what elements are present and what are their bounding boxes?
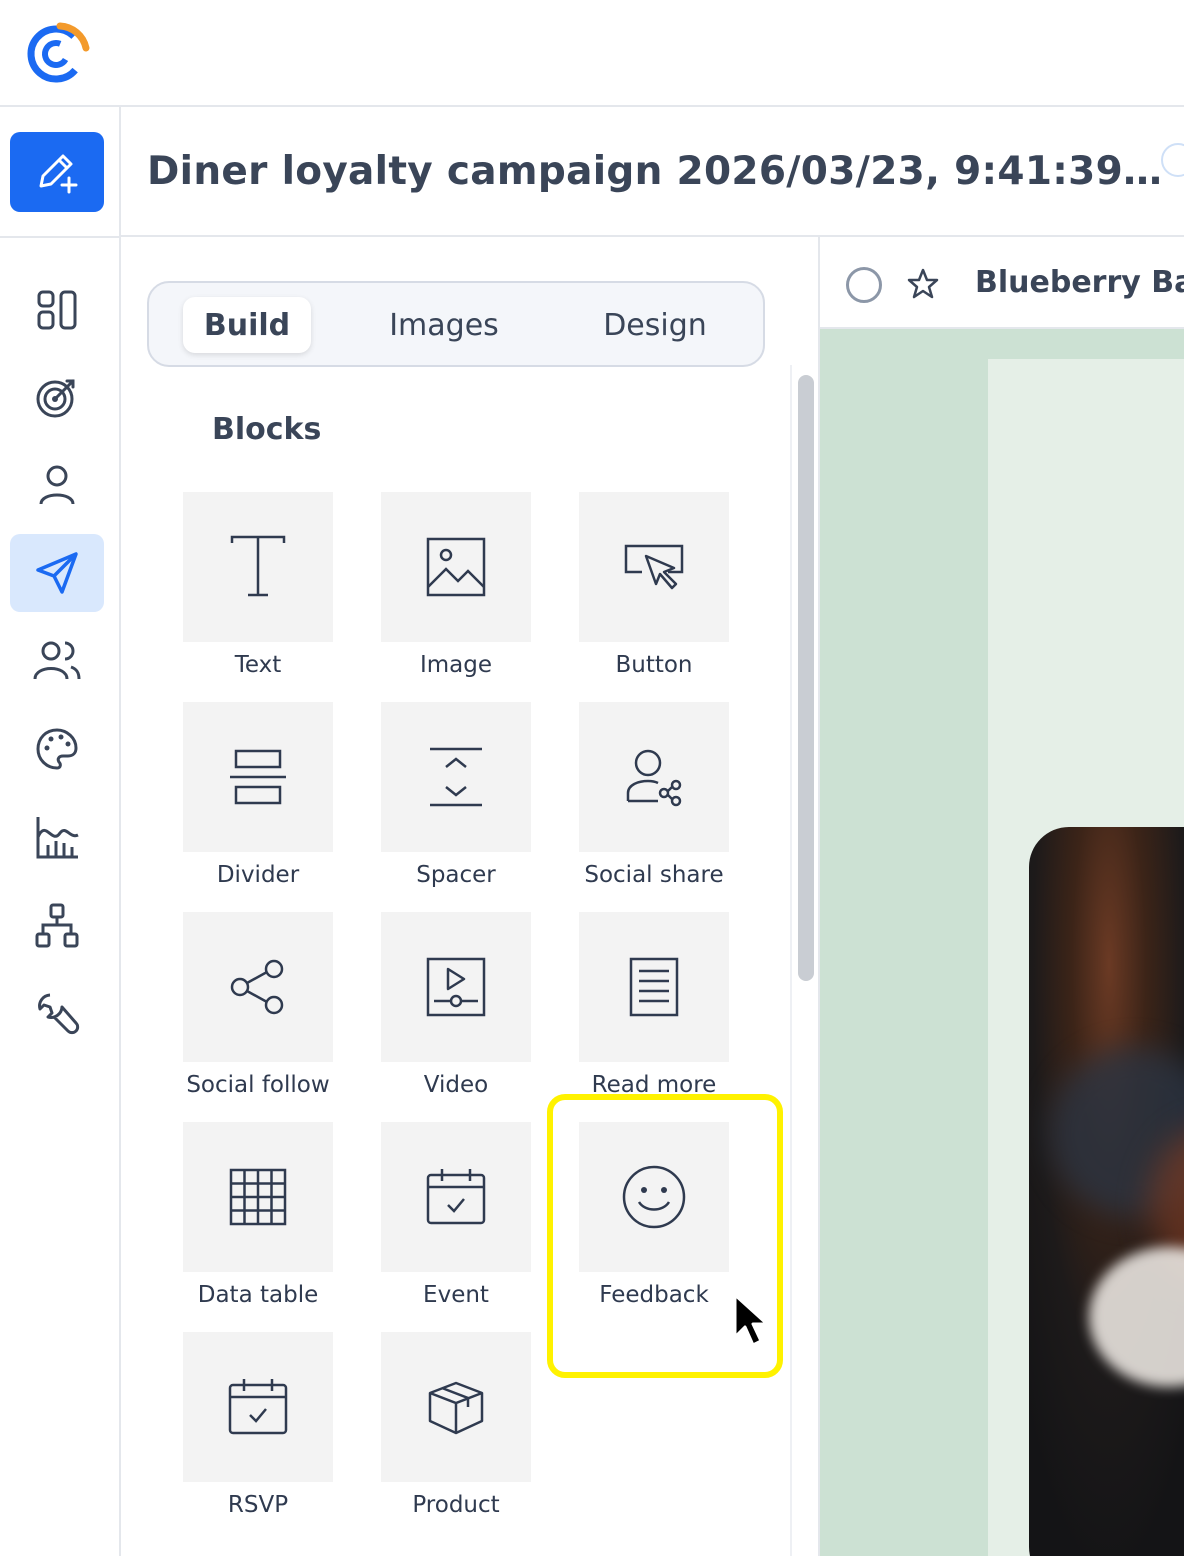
nav-design[interactable] [10, 710, 104, 788]
data-table-icon [229, 1168, 287, 1226]
pencil-plus-icon [39, 154, 78, 194]
block-rsvp[interactable]: RSVP [183, 1332, 333, 1532]
rsvp-icon [228, 1379, 288, 1435]
block-label: Spacer [416, 862, 496, 888]
block-label: Social share [584, 862, 724, 888]
nav-tools[interactable] [10, 975, 104, 1053]
block-label: Social follow [186, 1072, 330, 1098]
target-icon [36, 379, 75, 418]
select-radio[interactable] [846, 267, 882, 303]
saved-status-icon [1161, 143, 1184, 177]
text-icon [230, 535, 286, 597]
social-share-icon [626, 749, 682, 807]
audience-icon [33, 641, 81, 680]
rail-divider [0, 236, 121, 238]
integrations-icon [35, 903, 79, 948]
campaign-title[interactable]: Diner loyalty campaign 2026/03/23, 9:41:… [147, 149, 1162, 194]
block-social-follow[interactable]: Social follow [183, 912, 333, 1112]
block-label: RSVP [227, 1492, 289, 1518]
nav-integrations[interactable] [10, 887, 104, 965]
block-label: Divider [216, 862, 300, 888]
dashboard-icon [37, 290, 77, 330]
palette-icon [36, 728, 78, 770]
blocks-heading: Blocks [212, 412, 322, 447]
block-social-share[interactable]: Social share [579, 702, 729, 902]
nav-contacts[interactable] [10, 445, 104, 523]
contacts-icon [39, 465, 75, 505]
top-bar [0, 0, 1184, 107]
product-icon [428, 1381, 484, 1435]
preview-email-name: Blueberry Bak [975, 265, 1184, 300]
block-video[interactable]: Video [381, 912, 531, 1112]
hero-photo[interactable] [1029, 827, 1184, 1556]
nav-goals[interactable] [10, 358, 104, 436]
panel-tabs: Build Images Design [147, 281, 765, 367]
block-label: Video [423, 1072, 489, 1098]
star-icon[interactable] [906, 267, 940, 301]
block-product[interactable]: Product [381, 1332, 531, 1532]
button-icon [624, 544, 684, 590]
tab-design[interactable]: Design [579, 297, 731, 353]
image-icon [426, 537, 486, 597]
tab-images[interactable]: Images [371, 297, 517, 353]
mouse-cursor-icon [731, 1293, 771, 1349]
email-preview-canvas[interactable] [820, 329, 1184, 1556]
campaign-header: Diner loyalty campaign 2026/03/23, 9:41:… [121, 107, 1184, 237]
tab-build[interactable]: Build [183, 297, 311, 353]
nav-campaigns[interactable] [10, 534, 104, 612]
block-read-more[interactable]: Read more [579, 912, 729, 1112]
blocks-panel: Build Images Design Blocks Text Image Bu… [121, 237, 820, 1556]
campaigns-icon [36, 552, 78, 594]
nav-reports[interactable] [10, 799, 104, 877]
read-more-icon [629, 957, 679, 1017]
block-divider[interactable]: Divider [183, 702, 333, 902]
block-label: Image [419, 652, 493, 678]
nav-audience[interactable] [10, 622, 104, 700]
block-label: Product [412, 1492, 500, 1518]
block-label: Text [234, 652, 282, 678]
divider-icon [230, 749, 286, 805]
app-logo-icon[interactable] [24, 18, 92, 86]
nav-dashboard[interactable] [10, 271, 104, 349]
preview-toolbar: Blueberry Bak [820, 237, 1184, 329]
block-label: Data table [197, 1282, 319, 1308]
nav-rail [0, 107, 121, 1556]
spacer-icon [430, 747, 482, 807]
video-icon [426, 957, 486, 1017]
panel-scrollbar-thumb[interactable] [798, 375, 814, 981]
block-button[interactable]: Button [579, 492, 729, 692]
event-icon [426, 1169, 486, 1225]
block-text[interactable]: Text [183, 492, 333, 692]
block-label: Button [615, 652, 693, 678]
block-event[interactable]: Event [381, 1122, 531, 1322]
reports-icon [36, 817, 79, 859]
tools-icon [38, 993, 80, 1035]
block-data-table[interactable]: Data table [183, 1122, 333, 1322]
block-spacer[interactable]: Spacer [381, 702, 531, 902]
block-label: Event [423, 1282, 489, 1308]
block-image[interactable]: Image [381, 492, 531, 692]
create-button[interactable] [10, 132, 104, 212]
social-follow-icon [230, 959, 284, 1015]
